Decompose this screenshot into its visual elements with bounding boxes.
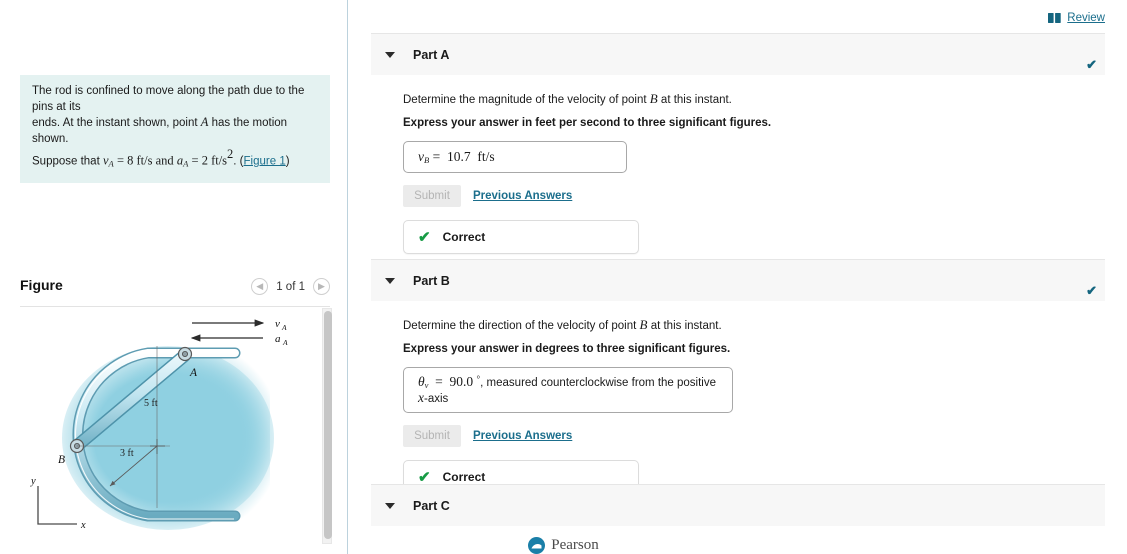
- part-b-header[interactable]: Part B ✔: [371, 259, 1105, 301]
- acceleration-arrow-subscript: A: [282, 338, 288, 347]
- part-b-answer-symbol: θ: [418, 374, 425, 390]
- part-c-label: Part C: [413, 498, 450, 513]
- part-b-submit-button[interactable]: Submit: [403, 425, 461, 448]
- figure-viewport: 3 ft 5 ft A B v A a A y x: [20, 308, 330, 554]
- caret-down-icon[interactable]: [385, 277, 395, 284]
- pearson-wordmark: Pearson: [551, 537, 599, 553]
- acceleration-arrow-label: a: [275, 333, 281, 345]
- part-a-instruction: Express your answer in feet per second t…: [403, 117, 772, 129]
- chevron-right-icon[interactable]: ▶: [313, 278, 330, 295]
- mechanism-figure: 3 ft 5 ft A B v A a A y x: [30, 318, 288, 531]
- figure-counter: 1 of 1: [276, 280, 305, 293]
- pin-a: [177, 346, 193, 362]
- part-c-header[interactable]: Part C: [371, 484, 1105, 526]
- part-b-label: Part B: [413, 273, 450, 288]
- part-a-button-row: Submit Previous Answers: [403, 185, 1105, 207]
- part-b-block: Part B ✔ Determine the direction of the …: [371, 259, 1105, 495]
- problem-paren-close: ): [285, 155, 290, 168]
- problem-line-3a: Suppose that: [32, 155, 100, 168]
- review-link[interactable]: Review: [1067, 12, 1105, 24]
- part-b-status-label: Correct: [442, 470, 486, 485]
- figure-title: Figure: [20, 277, 63, 293]
- part-b-status-check-icon: ✔: [1086, 283, 1097, 298]
- part-a-answer-units: ft/s: [477, 148, 495, 164]
- figure-scrollbar-thumb[interactable]: [324, 311, 332, 539]
- part-a-status-box: ✔ Correct: [403, 220, 639, 254]
- label-point-a: A: [189, 367, 198, 379]
- part-b-answer-expression: θv = 90.0 °, measured counterclockwise f…: [418, 374, 718, 406]
- radius-label: 3 ft: [120, 448, 134, 459]
- part-b-answer-trailing-a: , measured counterclockwise from the pos…: [480, 377, 717, 390]
- part-a-block: Part A ✔ Determine the magnitude of the …: [371, 33, 1105, 254]
- part-c-block: Part C: [371, 484, 1105, 526]
- part-a-previous-answers-link[interactable]: Previous Answers: [473, 190, 572, 202]
- part-b-question-var: B: [639, 317, 648, 332]
- label-point-b: B: [58, 454, 65, 466]
- part-b-body: Determine the direction of the velocity …: [371, 301, 1105, 495]
- axis-label-x: x: [80, 520, 86, 531]
- check-icon: ✔: [418, 229, 431, 246]
- part-b-answer-subscript: v: [424, 380, 429, 391]
- acceleration-arrow: a A: [190, 333, 288, 347]
- right-panel: Review Part A ✔ Determine the magnitude …: [349, 0, 1127, 554]
- review-bar[interactable]: Review: [1048, 12, 1105, 24]
- part-a-status-check-icon: ✔: [1086, 57, 1097, 72]
- part-a-question-pre: Determine the magnitude of the velocity …: [403, 94, 647, 106]
- part-a-answer-expression: vB = 10.7 ft/s: [418, 149, 495, 165]
- figure-navigation: ◀ 1 of 1 ▶: [251, 278, 330, 295]
- part-a-status-label: Correct: [442, 230, 486, 244]
- part-b-answer-input[interactable]: θv = 90.0 °, measured counterclockwise f…: [403, 367, 733, 414]
- problem-paren-open: . (: [233, 155, 244, 168]
- part-a-body: Determine the magnitude of the velocity …: [371, 75, 1105, 254]
- problem-statement: The rod is confined to move along the pa…: [20, 75, 330, 183]
- chevron-left-icon[interactable]: ◀: [251, 278, 269, 295]
- part-a-question-post: at this instant.: [660, 94, 732, 106]
- part-b-answer-equals: =: [435, 374, 443, 390]
- velocity-arrow-label: v: [275, 318, 280, 330]
- part-b-answer-value: 90.0: [449, 374, 474, 390]
- page-root: The rod is confined to move along the pa…: [0, 0, 1127, 554]
- part-a-submit-button[interactable]: Submit: [403, 185, 461, 207]
- part-a-answer-equals: =: [432, 148, 441, 164]
- caret-down-icon[interactable]: [385, 502, 395, 509]
- part-b-answer-trailing-b: -axis: [424, 393, 449, 406]
- part-a-answer-value: 10.7: [446, 148, 471, 164]
- problem-line-2a: ends. At the instant shown, point: [32, 117, 198, 129]
- part-b-question-post: at this instant.: [650, 320, 722, 332]
- point-a-symbol: A: [200, 115, 209, 129]
- caret-down-icon[interactable]: [385, 51, 395, 58]
- part-b-question-pre: Determine the direction of the velocity …: [403, 320, 637, 332]
- footer-branding: Pearson: [0, 537, 1127, 554]
- figure-divider: [20, 306, 330, 307]
- part-b-instruction: Express your answer in degrees to three …: [403, 343, 731, 355]
- left-panel: The rod is confined to move along the pa…: [0, 0, 348, 554]
- velocity-arrow-subscript: A: [281, 323, 287, 332]
- part-a-question: Determine the magnitude of the velocity …: [403, 91, 1105, 107]
- part-b-question: Determine the direction of the velocity …: [403, 317, 1105, 333]
- va-subscript: A: [108, 158, 114, 169]
- axis-label-y: y: [30, 476, 36, 487]
- rod-length-label: 5 ft: [144, 398, 158, 409]
- figure-scrollbar[interactable]: [322, 308, 332, 544]
- va-value: = 8 ft/s and: [116, 153, 174, 168]
- part-a-header[interactable]: Part A ✔: [371, 33, 1105, 75]
- aa-subscript: A: [183, 158, 189, 169]
- part-a-question-var: B: [649, 91, 658, 106]
- figure-header: Figure ◀ 1 of 1 ▶: [20, 276, 330, 304]
- part-a-answer-subscript: B: [424, 155, 430, 166]
- aa-value: = 2 ft/s: [191, 153, 228, 168]
- part-a-answer-input[interactable]: vB = 10.7 ft/s: [403, 141, 627, 173]
- part-a-label: Part A: [413, 47, 450, 62]
- pearson-logo-icon: [528, 537, 546, 554]
- part-b-previous-answers-link[interactable]: Previous Answers: [473, 430, 572, 442]
- problem-line-1: The rod is confined to move along the pa…: [32, 85, 305, 113]
- figure-1-link[interactable]: Figure 1: [244, 155, 286, 167]
- velocity-arrow: v A: [192, 318, 287, 332]
- part-b-button-row: Submit Previous Answers: [403, 425, 1105, 448]
- book-icon: [1048, 12, 1061, 23]
